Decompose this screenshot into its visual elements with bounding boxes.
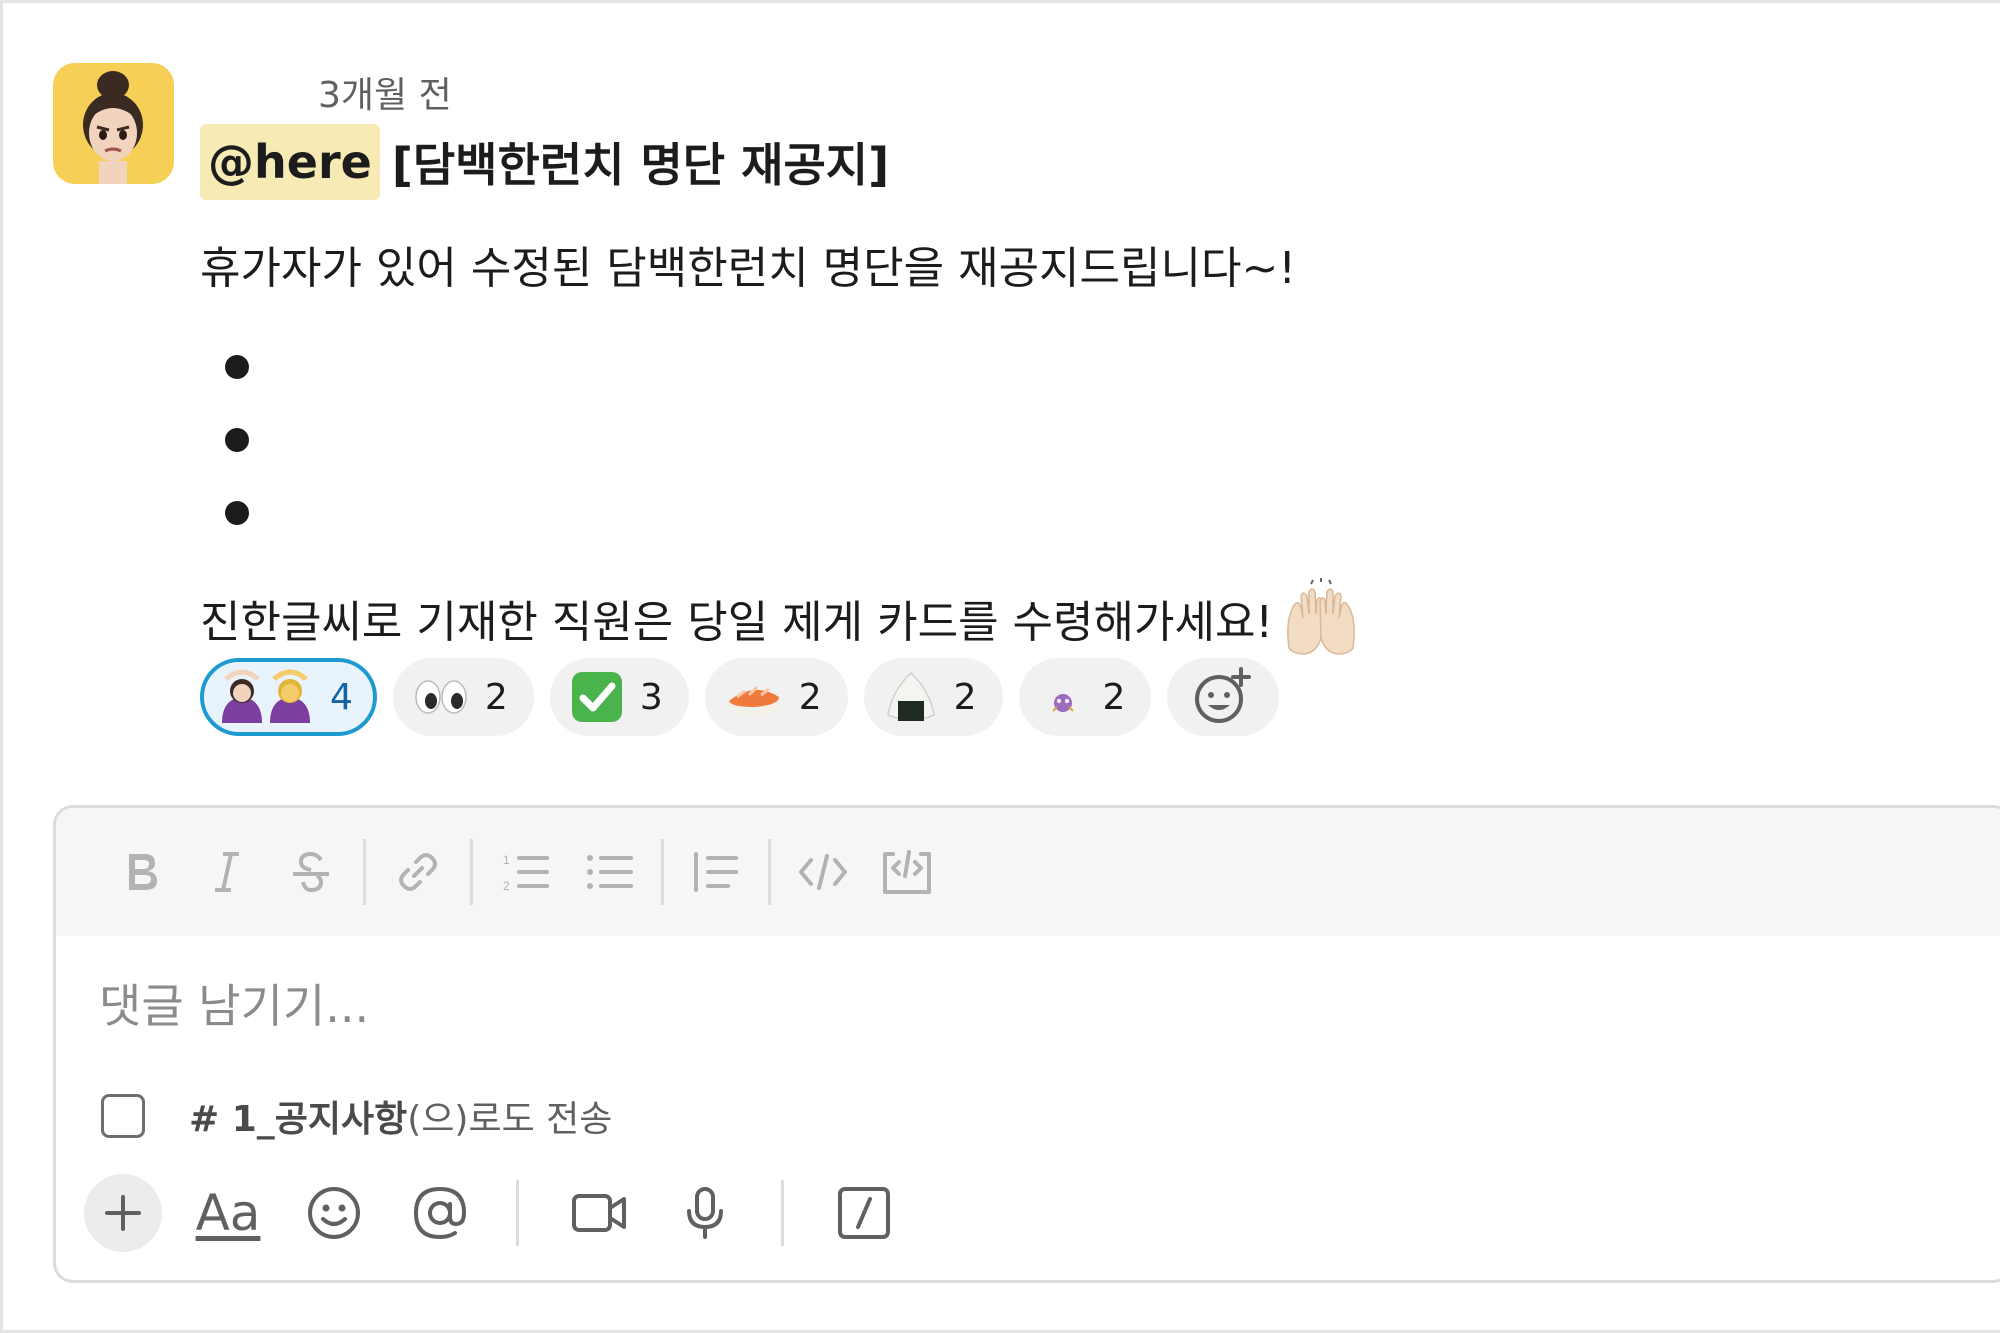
composer-divider [516,1180,519,1246]
bold-button[interactable] [101,830,185,914]
svg-text:1: 1 [503,853,510,867]
link-button[interactable] [376,830,460,914]
strikethrough-button[interactable] [269,830,353,914]
video-clip-button[interactable] [559,1173,639,1253]
sushi-icon [725,675,783,719]
ordered-list-icon: 12 [503,853,549,893]
composer-actions: Aa [84,1173,930,1253]
blockquote-icon [694,852,738,892]
toolbar-divider [470,839,473,905]
message-timestamp[interactable]: 3개월 전 [318,66,452,118]
bulleted-list-button[interactable] [567,830,651,914]
person-gesturing-ok-icon [218,669,314,725]
attach-button[interactable] [84,1174,162,1252]
add-emoji-icon [1195,667,1252,723]
reaction-count: 2 [484,676,508,718]
eyes-icon [413,677,469,717]
reply-composer: 12 댓글 남기기... # 1_공지사항(으)로도 전송 Aa [53,805,2000,1283]
formatting-toggle-button[interactable]: Aa [188,1173,268,1253]
reaction-eyes[interactable]: 2 [392,658,534,736]
reactions-bar: 4 2 3 2 2 2 [200,658,1280,736]
toolbar-divider [363,839,366,905]
rice-ball-icon [884,671,938,723]
link-icon [399,853,437,891]
also-send-suffix: (으)로도 전송 [407,1099,613,1140]
code-block-button[interactable] [865,830,949,914]
slash-command-icon [838,1187,890,1239]
bold-icon [129,854,157,890]
blockquote-button[interactable] [674,830,758,914]
reaction-count: 4 [330,676,353,718]
also-send-label: # 1_공지사항(으)로도 전송 [189,1090,612,1142]
italic-icon [215,852,239,892]
add-reaction-button[interactable] [1167,658,1280,736]
reaction-person-gesturing-ok[interactable]: 4 [200,658,377,736]
reaction-count: 3 [639,676,663,718]
reaction-count: 2 [953,676,977,718]
strikethrough-icon [293,851,329,893]
code-icon [799,854,847,890]
reaction-rice-ball[interactable]: 2 [863,658,1003,736]
bulleted-list-icon [587,855,633,889]
memoji-avatar-icon [83,71,143,184]
small-creature-icon [1039,673,1087,721]
reaction-count: 2 [798,676,822,718]
svg-text:2: 2 [503,879,510,893]
code-block-icon [883,850,931,894]
message-title: [담백한런치 명단 재공지] [391,138,890,192]
formatting-toolbar: 12 [56,808,2000,936]
microphone-icon [687,1187,723,1239]
audio-clip-button[interactable] [665,1173,745,1253]
comment-input[interactable]: 댓글 남기기... [99,970,369,1036]
shortcuts-button[interactable] [824,1173,904,1253]
also-send-option: # 1_공지사항(으)로도 전송 [101,1090,612,1142]
plus-icon [105,1195,141,1231]
ordered-list-button[interactable]: 12 [483,830,567,914]
emoji-button[interactable] [294,1173,374,1253]
reaction-small-emoji[interactable]: 2 [1018,658,1152,736]
smiley-icon [308,1187,360,1239]
video-camera-icon [572,1194,626,1232]
message-line-2: 진한글씨로 기재한 직원은 당일 제게 카드를 수령해가세요! [200,597,1274,648]
reaction-sushi[interactable]: 2 [704,658,848,736]
message-line-2-row: 진한글씨로 기재한 직원은 당일 제게 카드를 수령해가세요! [200,578,1361,658]
here-mention[interactable]: @here [200,124,380,200]
reaction-check-mark[interactable]: 3 [549,658,689,736]
list-bullet [225,428,249,452]
raising-hands-icon [1287,578,1355,655]
italic-button[interactable] [185,830,269,914]
message-title-row: @here [담백한런치 명단 재공지] [200,124,889,200]
format-label: Aa [195,1184,261,1242]
also-send-checkbox[interactable] [101,1094,145,1138]
toolbar-divider [768,839,771,905]
user-avatar[interactable] [53,63,174,184]
mention-button[interactable] [400,1173,480,1253]
message-line-1: 휴가자가 있어 수정된 담백한런치 명단을 재공지드립니다~! [200,243,1296,294]
composer-divider [781,1180,784,1246]
list-bullet [225,501,249,525]
channel-name: # 1_공지사항 [189,1099,408,1140]
check-mark-button-icon [570,670,624,724]
reaction-count: 2 [1102,676,1126,718]
list-bullet [225,355,249,379]
toolbar-divider [661,839,664,905]
code-button[interactable] [781,830,865,914]
at-sign-icon [413,1186,467,1240]
